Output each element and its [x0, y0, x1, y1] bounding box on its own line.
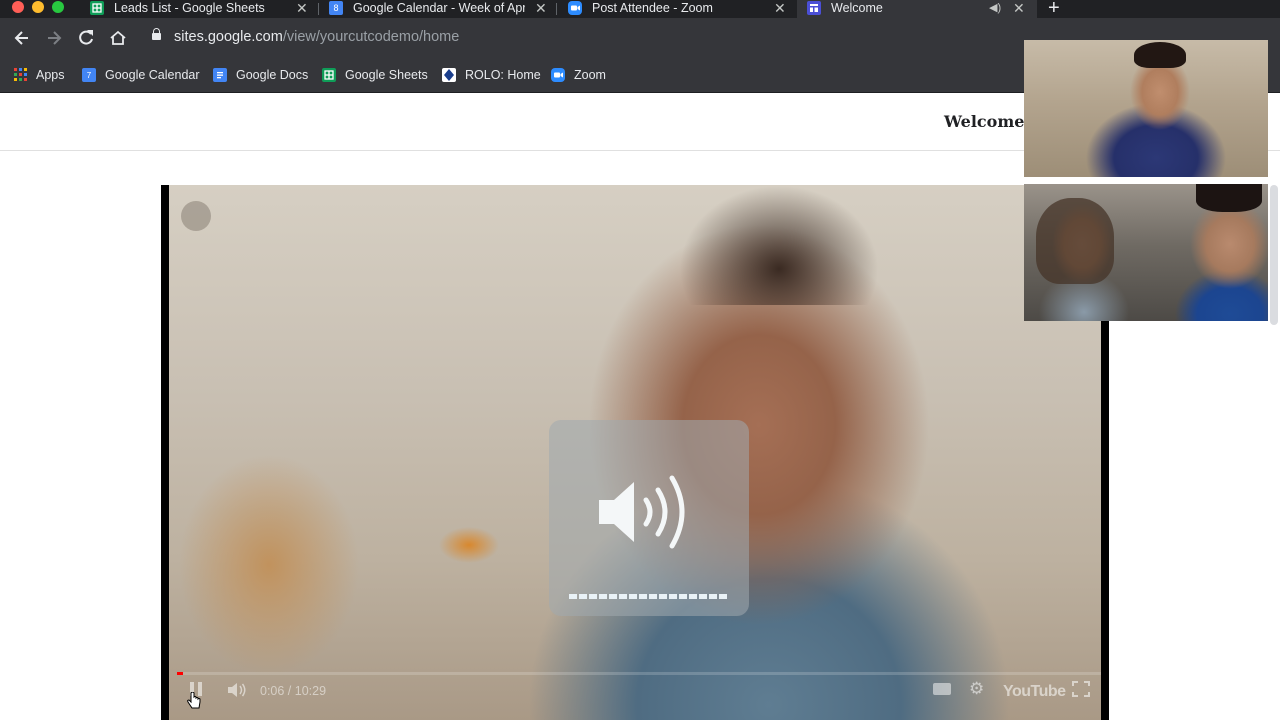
new-tab-plus-icon[interactable]: +	[1048, 0, 1060, 20]
volume-high-icon	[594, 472, 704, 557]
google-calendar-icon: 8	[329, 1, 343, 15]
tab-title: Google Calendar - Week of April	[353, 1, 525, 15]
video-progress-fill	[177, 672, 183, 675]
bookmark-rolo-home[interactable]: ROLO: Home	[442, 66, 541, 84]
hand-cursor-icon	[187, 691, 201, 715]
close-icon[interactable]: ✕	[774, 0, 786, 16]
settings-gear-icon[interactable]: ⚙	[969, 679, 984, 699]
address-bar[interactable]: sites.google.com/view/yourcutcodemo/home	[140, 23, 1020, 53]
tab-welcome[interactable]: Welcome ◀) ✕	[797, 0, 1037, 18]
zoom-video-attendees	[1024, 184, 1268, 321]
bookmark-apps[interactable]: Apps	[14, 66, 65, 84]
participant-video	[1196, 184, 1262, 212]
bookmark-label: Google Calendar	[105, 68, 200, 82]
bookmark-label: Google Sheets	[345, 68, 428, 82]
site-title[interactable]: Welcome	[944, 112, 1024, 131]
volume-overlay	[549, 420, 749, 616]
tab-divider	[556, 3, 557, 15]
close-icon[interactable]: ✕	[296, 0, 308, 16]
video-progress-bar[interactable]	[177, 672, 1101, 675]
volume-icon[interactable]	[227, 682, 247, 701]
tab-title: Welcome	[831, 1, 883, 15]
channel-avatar[interactable]	[181, 201, 211, 231]
bookmark-label: Zoom	[574, 68, 606, 82]
video-content	[679, 185, 879, 305]
bookmark-google-calendar[interactable]: 7 Google Calendar	[82, 66, 200, 84]
google-calendar-icon: 7	[82, 67, 96, 82]
close-icon[interactable]: ✕	[535, 0, 547, 16]
google-sheets-icon	[90, 1, 104, 15]
zoom-icon	[568, 1, 582, 15]
reload-icon[interactable]	[74, 26, 98, 50]
bookmark-label: ROLO: Home	[465, 68, 541, 82]
google-sites-icon	[807, 1, 821, 15]
back-arrow-icon[interactable]	[10, 26, 34, 50]
zoom-icon	[551, 67, 565, 82]
youtube-video-player[interactable]: 0:06 / 10:29 ⚙ YouTube	[161, 185, 1109, 720]
tab-google-calendar[interactable]: 8 Google Calendar - Week of April ✕	[329, 0, 555, 18]
participant-video	[1036, 198, 1114, 284]
captions-icon[interactable]	[932, 682, 952, 699]
zoom-window-button[interactable]	[52, 1, 64, 13]
address-url: sites.google.com/view/yourcutcodemo/home	[174, 29, 459, 45]
fullscreen-icon[interactable]	[1072, 681, 1090, 700]
browser-tab-strip: Leads List - Google Sheets ✕ 8 Google Ca…	[0, 0, 1280, 20]
bookmark-google-docs[interactable]: Google Docs	[213, 66, 308, 84]
bookmark-google-sheets[interactable]: Google Sheets	[322, 66, 428, 84]
speaker-icon[interactable]: ◀)	[989, 0, 1001, 16]
url-host: sites.google.com	[174, 29, 283, 45]
rolo-icon	[442, 67, 456, 82]
page-scrollbar[interactable]	[1270, 185, 1278, 325]
video-timecode: 0:06 / 10:29	[260, 684, 327, 698]
url-path: /view/yourcutcodemo/home	[282, 29, 460, 45]
video-frame[interactable]: 0:06 / 10:29 ⚙ YouTube	[169, 185, 1101, 720]
tab-zoom[interactable]: Post Attendee - Zoom ✕	[568, 0, 794, 18]
zoom-video-presenter	[1024, 40, 1268, 177]
home-icon[interactable]	[106, 26, 130, 50]
close-window-button[interactable]	[12, 1, 24, 13]
google-sheets-icon	[322, 67, 336, 82]
forward-arrow-icon[interactable]	[42, 26, 66, 50]
close-icon[interactable]: ✕	[1013, 0, 1025, 16]
google-docs-icon	[213, 67, 227, 82]
apps-grid-icon	[14, 68, 27, 82]
bookmark-label: Google Docs	[236, 68, 309, 82]
youtube-logo[interactable]: YouTube	[1003, 683, 1066, 701]
bookmark-zoom[interactable]: Zoom	[551, 66, 606, 84]
volume-level-bar	[569, 594, 729, 599]
tab-title: Leads List - Google Sheets	[114, 1, 265, 15]
lock-icon	[152, 28, 161, 40]
tab-leads-list[interactable]: Leads List - Google Sheets ✕	[90, 0, 316, 18]
tab-title: Post Attendee - Zoom	[592, 1, 713, 15]
participant-video	[1134, 42, 1186, 68]
tab-divider	[318, 3, 319, 15]
minimize-window-button[interactable]	[32, 1, 44, 13]
bookmark-label: Apps	[36, 68, 65, 82]
